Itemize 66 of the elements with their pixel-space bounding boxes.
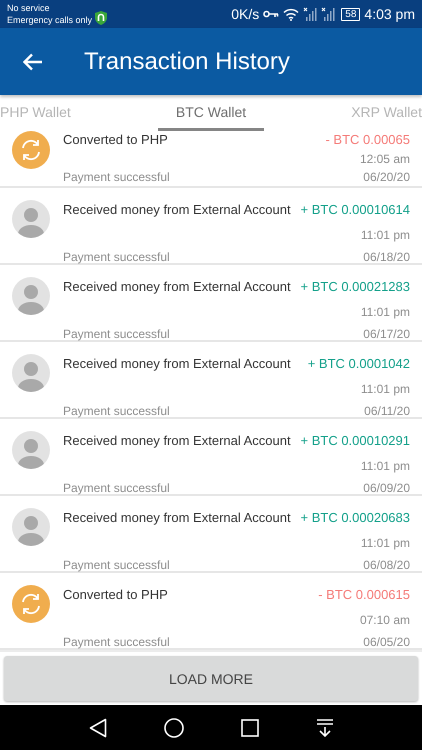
- person-avatar-icon: [12, 200, 50, 238]
- transaction-row[interactable]: Received money from External Account + BTC 0.00010291 11:01 pm Payment successful 06/09/20: [0, 419, 422, 496]
- exchange-icon: [12, 585, 50, 623]
- amount-text: + BTC 0.00010291: [300, 433, 410, 448]
- notification-pull-icon: [316, 718, 334, 736]
- clock-text: 4:03 pm: [364, 6, 415, 22]
- date-text: 06/20/20: [363, 170, 410, 184]
- transaction-title: Received money from External Account: [63, 433, 291, 448]
- person-avatar-icon: [12, 508, 50, 546]
- signal-icon: [303, 7, 318, 21]
- recents-square-icon: [240, 718, 258, 736]
- status-text: Payment successful: [63, 170, 170, 184]
- amount-text: + BTC 0.00021283: [300, 279, 410, 294]
- key-icon: [263, 9, 280, 19]
- transaction-title: Received money from External Account: [63, 356, 291, 371]
- transaction-title: Converted to PHP: [63, 132, 168, 147]
- carrier-note: Emergency calls only: [7, 14, 92, 26]
- amount-text: + BTC 0.00010614: [300, 202, 410, 217]
- screen-title: Transaction History: [84, 48, 290, 76]
- transaction-row[interactable]: Received money from External Account + BTC 0.00010614 11:01 pm Payment successful 06/18/20: [0, 188, 422, 265]
- network-speed: 0K/s: [231, 6, 260, 22]
- status-text: Payment successful: [63, 404, 170, 418]
- status-text: Payment successful: [63, 635, 170, 649]
- person-avatar-icon: [12, 431, 50, 469]
- time-text: 11:01 pm: [360, 459, 410, 473]
- time-text: 11:01 pm: [360, 305, 410, 319]
- transaction-row[interactable]: Received money from External Account + BTC 0.00021283 11:01 pm Payment successful 06/17/20: [0, 265, 422, 342]
- date-text: 06/11/20: [364, 404, 410, 418]
- transaction-row[interactable]: Received money from External Account + BTC 0.00020683 11:01 pm Payment successful 06/08/20: [0, 496, 422, 573]
- transaction-row[interactable]: Converted to PHP - BTC 0.00065 12:05 am Payment successful 06/20/20: [0, 131, 422, 188]
- person-avatar-icon: [12, 277, 50, 315]
- status-text: Payment successful: [63, 481, 170, 495]
- transaction-row[interactable]: Received money from External Account + BTC 0.0001042 11:01 pm Payment successful 06/11/20: [0, 342, 422, 419]
- battery-indicator: 58: [341, 8, 360, 20]
- date-text: 06/17/20: [363, 327, 410, 341]
- load-more-button[interactable]: LOAD MORE: [4, 656, 418, 701]
- status-text: Payment successful: [63, 250, 170, 264]
- amount-text: + BTC 0.0001042: [308, 356, 410, 371]
- amount-text: - BTC 0.00065: [325, 132, 410, 147]
- transaction-title: Received money from External Account: [63, 202, 291, 217]
- wifi-icon: [283, 8, 300, 20]
- person-avatar-icon: [12, 354, 50, 392]
- time-text: 12:05 am: [360, 152, 410, 166]
- time-text: 11:01 pm: [360, 382, 410, 396]
- time-text: 11:01 pm: [360, 228, 410, 242]
- date-text: 06/18/20: [363, 250, 410, 264]
- transaction-title: Converted to PHP: [63, 587, 168, 602]
- status-text: Payment successful: [63, 327, 170, 341]
- status-text: Payment successful: [63, 558, 170, 572]
- wallet-tab[interactable]: BTC Wallet: [158, 95, 264, 131]
- home-circle-icon: [164, 718, 184, 738]
- amount-text: + BTC 0.00020683: [300, 510, 410, 525]
- time-text: 11:01 pm: [360, 536, 410, 550]
- date-text: 06/09/20: [363, 481, 410, 495]
- time-text: 07:10 am: [360, 613, 410, 627]
- carrier-text: No service: [7, 2, 51, 14]
- amount-text: - BTC 0.000615: [318, 587, 410, 602]
- date-text: 06/05/20: [363, 635, 410, 649]
- transaction-title: Received money from External Account: [63, 279, 291, 294]
- shield-icon: [94, 11, 108, 25]
- back-arrow-icon: [23, 52, 43, 70]
- transaction-row[interactable]: Converted to PHP - BTC 0.000615 07:10 am Payment successful 06/05/20: [0, 573, 422, 650]
- back-triangle-icon: [88, 718, 106, 738]
- signal-icon: [321, 7, 336, 21]
- date-text: 06/08/20: [363, 558, 410, 572]
- transaction-title: Received money from External Account: [63, 510, 291, 525]
